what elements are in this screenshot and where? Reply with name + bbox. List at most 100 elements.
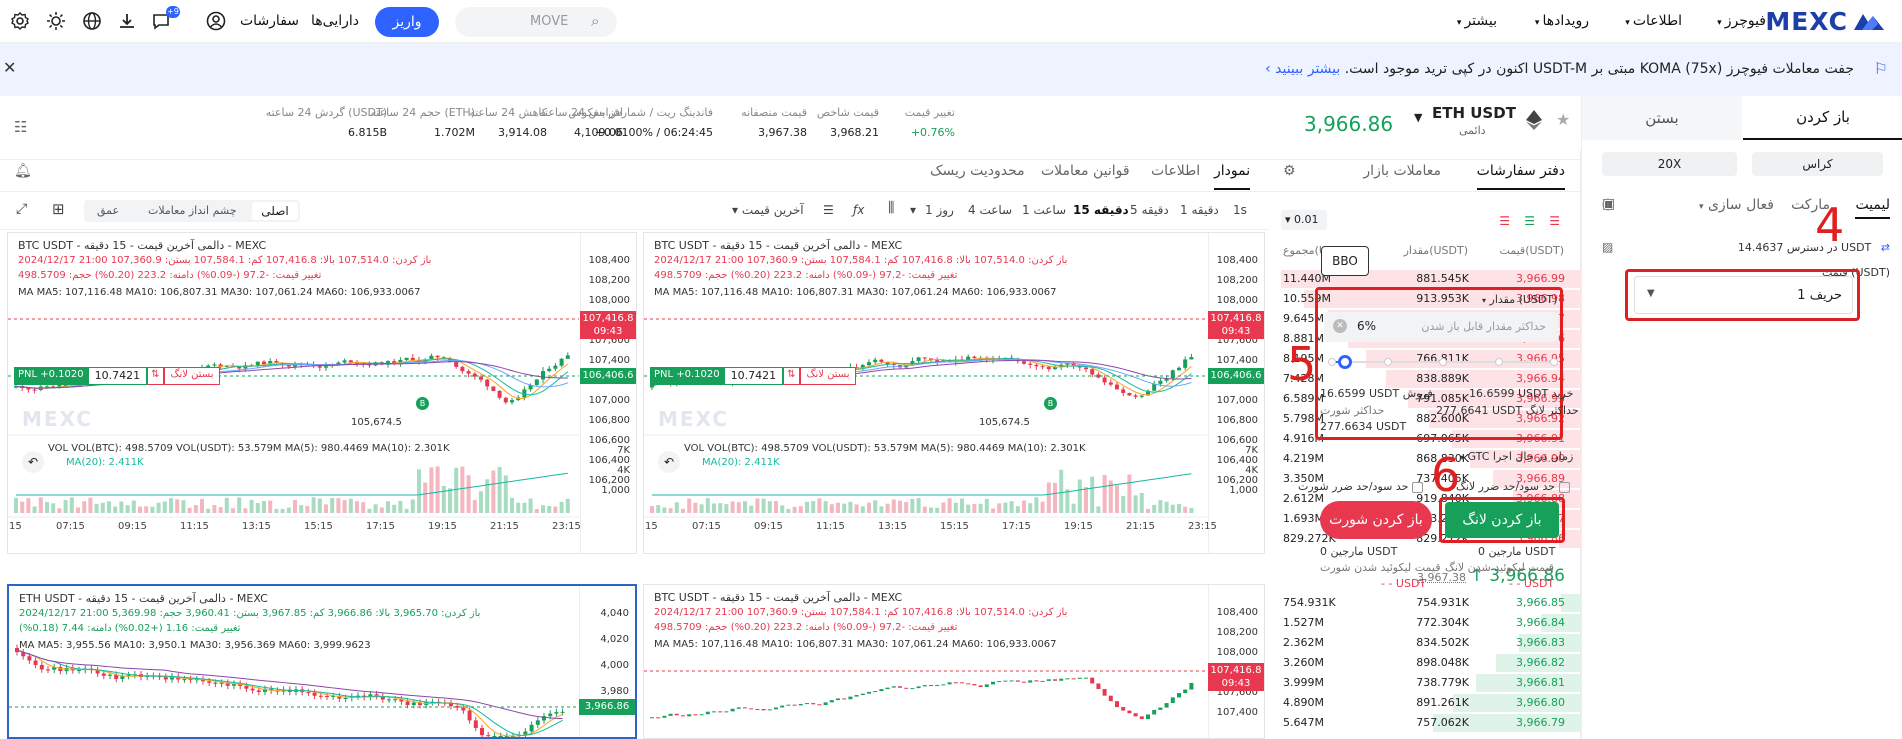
tab-risk-limit[interactable]: محدودیت ریسک (930, 163, 1025, 179)
layout-icon[interactable]: ☰ (823, 203, 834, 217)
slider-thumb[interactable] (1338, 355, 1352, 369)
bid-row[interactable]: 3,966.79 757.062K 5.647M (1269, 713, 1581, 733)
ask-row[interactable]: 3,966.94 838.889K 7.428M (1269, 369, 1581, 389)
open-long-button[interactable]: باز کردن لانگ (1445, 502, 1559, 538)
ask-row[interactable]: 3,966.92 882.600K 5.798M (1269, 409, 1581, 429)
price-type-select[interactable]: ▾ آخرین قیمت (732, 203, 804, 217)
brand-logo[interactable]: MEXC (1765, 8, 1884, 34)
search-input[interactable]: MOVE ⌕ (455, 7, 617, 37)
order-type-trigger[interactable]: ▾ فعال سازی (1699, 197, 1774, 213)
bid-row[interactable]: 3,966.82 898.048K 3.260M (1269, 653, 1581, 673)
slider-step[interactable] (1550, 358, 1558, 366)
chevron-down-icon[interactable]: ▾ (910, 203, 916, 217)
settings-icon[interactable] (9, 10, 31, 32)
theme-icon[interactable] (45, 10, 67, 32)
ask-row[interactable]: 3,966.91 697.065K 4.916M (1269, 429, 1581, 449)
margin-mode-button[interactable]: کراس (1752, 152, 1883, 176)
nav-orders[interactable]: سفارشات (240, 13, 299, 29)
amount-input[interactable]: حداکثر مقدار قابل باز شدن 6% ✕ (1324, 312, 1558, 342)
timeframe-1m[interactable]: 1 دقیقه (1180, 203, 1219, 217)
view-trading[interactable]: چشم انداز معاملات (148, 204, 237, 217)
nav-assets[interactable]: دارایی‌ها (311, 13, 359, 29)
chart-pane-btc-lower[interactable]: BTC USDT - دالمی آخرین قیمت - 15 دقیقه -… (643, 584, 1265, 739)
transfer-icon[interactable]: ⇄ (1881, 241, 1890, 254)
ask-row[interactable]: 3,966.98 913.953K 10.559M (1269, 289, 1581, 309)
timeframe-4h[interactable]: 4 ساعت (968, 203, 1012, 217)
tab-trading-rules[interactable]: قوانین معاملات (1041, 163, 1130, 179)
symbol-name[interactable]: ETH USDT (1432, 104, 1516, 122)
undo-icon[interactable]: ↶ (658, 451, 680, 473)
tab-chart[interactable]: نمودار (1214, 163, 1250, 190)
bid-row[interactable]: 3,966.80 891.261K 4.890M (1269, 693, 1581, 713)
ask-row[interactable]: 3,966.93 791.085K 6.589M (1269, 389, 1581, 409)
tab-open[interactable]: باز کردن (1743, 96, 1902, 140)
settings-sliders-icon[interactable]: ☷ (14, 118, 27, 136)
view-depth[interactable]: عمق (97, 204, 119, 217)
candles-icon[interactable]: ⫼ (888, 200, 894, 216)
close-icon[interactable]: ✕ (3, 58, 16, 77)
bid-row[interactable]: 3,966.84 772.304K 1.527M (1269, 613, 1581, 633)
fullscreen-icon[interactable]: ⤢ (16, 201, 27, 217)
download-icon[interactable] (116, 10, 138, 32)
announcement-link[interactable]: بیشتر ببینید › (1265, 61, 1340, 77)
bell-icon[interactable]: 🔔︎ (14, 163, 32, 179)
chevron-down-icon[interactable]: ▼ (1414, 111, 1422, 124)
timeframe-1h[interactable]: 1 ساعت (1022, 203, 1066, 217)
chart-pane-btc-right[interactable]: BTC USDT - دالمی آخرین قیمت - 15 دقیقه -… (643, 232, 1265, 554)
position-box[interactable]: PNL +0.1020 10.7421 ⇅ بستن لانگ (650, 367, 856, 385)
order-type-limit[interactable]: لیمیت (1855, 197, 1890, 219)
book-view-both-icon[interactable]: ☰ (1549, 214, 1560, 228)
precision-select[interactable]: ▾ 0.01 (1281, 210, 1327, 230)
user-icon[interactable] (205, 10, 227, 32)
bbo-button[interactable]: BBO (1321, 246, 1369, 276)
timeframe-5m[interactable]: 5 دقیقه (1130, 203, 1169, 217)
undo-icon[interactable]: ↶ (22, 451, 44, 473)
open-short-button[interactable]: باز کردن شورت (1320, 501, 1432, 539)
chart-pane-btc-left[interactable]: BTC USDT - دالمی آخرین قیمت - 15 دقیقه -… (7, 232, 637, 554)
position-box[interactable]: PNL +0.1020 10.7421 ⇅ بستن لانگ (14, 367, 220, 385)
timeframe-1s[interactable]: 1s (1233, 203, 1247, 217)
close-long-button[interactable]: بستن لانگ (800, 367, 857, 385)
slider-step[interactable] (1495, 358, 1503, 366)
tab-info[interactable]: اطلاعات (1151, 163, 1200, 179)
volume-bar (206, 509, 210, 513)
globe-icon[interactable] (81, 10, 103, 32)
tab-market-trades[interactable]: معاملات بازار (1363, 163, 1441, 179)
slider-step[interactable] (1384, 358, 1392, 366)
ask-row[interactable]: 3,966.89 737.405K 3.350M (1269, 469, 1581, 489)
reverse-icon[interactable]: ⇅ (147, 367, 163, 385)
slider-step[interactable] (1328, 358, 1336, 366)
close-long-button[interactable]: بستن لانگ (164, 367, 221, 385)
info-icon[interactable]: ⓘ (1602, 196, 1614, 213)
price-input[interactable]: حریف 1 ▼ (1634, 276, 1853, 314)
sliders-icon[interactable]: ⚙︎ (1283, 163, 1296, 179)
star-icon[interactable]: ★ (1556, 110, 1570, 129)
nav-events[interactable]: ▾ رویدادها (1535, 13, 1589, 29)
bid-row[interactable]: 3,966.83 834.502K 2.362M (1269, 633, 1581, 653)
nav-more[interactable]: ▾ بیشتر (1457, 13, 1497, 29)
timeframe-1d[interactable]: 1 روز (925, 203, 954, 217)
amount-slider[interactable] (1331, 355, 1553, 369)
ask-price: 3,966.90 (1516, 452, 1565, 465)
bid-row[interactable]: 3,966.85 754.931K 754.931K (1269, 593, 1581, 613)
leverage-button[interactable]: 20X (1602, 152, 1737, 176)
candle-body (343, 360, 347, 362)
book-view-asks-icon[interactable]: ☰ (1499, 214, 1510, 228)
nav-info[interactable]: ▾ اطلاعات (1625, 13, 1682, 29)
chart-pane-eth[interactable]: ETH USDT - دالمی آخرین قیمت - 15 دقیقه -… (7, 584, 637, 739)
deposit-button[interactable]: واریز (375, 7, 439, 37)
grid-layout-icon[interactable]: ⊞ (52, 200, 65, 218)
nav-futures[interactable]: ▾ فیوچرز (1717, 13, 1766, 29)
tab-order-book[interactable]: دفتر سفارشات (1477, 163, 1565, 190)
clear-icon[interactable]: ✕ (1333, 319, 1347, 333)
ask-row[interactable]: 3,966.99 881.545K 11.440M (1269, 269, 1581, 289)
book-view-bids-icon[interactable]: ☰ (1524, 214, 1535, 228)
reverse-icon[interactable]: ⇅ (783, 367, 799, 385)
view-original[interactable]: اصلی (252, 202, 298, 220)
timeframe-15m[interactable]: 15 دقیقه (1073, 203, 1129, 217)
bid-row[interactable]: 3,966.81 738.779K 3.999M (1269, 673, 1581, 693)
tab-close[interactable]: بستن (1582, 96, 1742, 140)
indicator-icon[interactable]: ƒx (853, 203, 864, 217)
ask-row[interactable]: 3,966.90 868.830K 4.219M (1269, 449, 1581, 469)
slider-step[interactable] (1439, 358, 1447, 366)
